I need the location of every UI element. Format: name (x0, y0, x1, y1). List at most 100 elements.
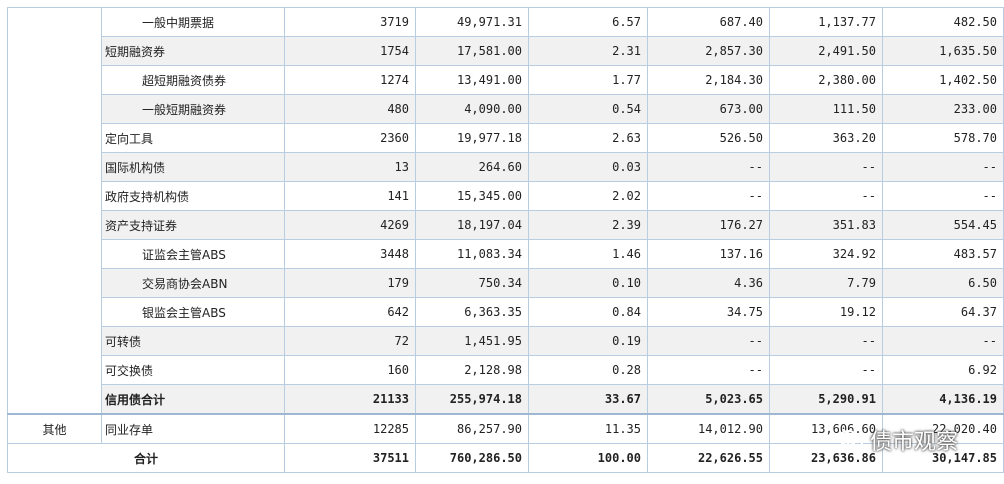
value3-cell: 64.37 (882, 297, 1004, 327)
subtotal-row: 信用债合计 21133 255,974.18 33.67 5,023.65 5,… (8, 384, 1004, 415)
value1-cell: 2,857.30 (647, 36, 770, 66)
value3-cell: 4,136.19 (882, 384, 1004, 415)
table-row: 政府支持机构债 141 15,345.00 2.02 -- -- -- (8, 181, 1004, 211)
amount-cell: 760,286.50 (415, 443, 529, 473)
count-cell: 141 (284, 181, 416, 211)
category-cell (7, 7, 102, 415)
value2-cell: 2,380.00 (769, 65, 883, 95)
row-label: 超短期融资债券 (101, 65, 285, 95)
pct-cell: 2.39 (528, 210, 648, 240)
value1-cell: 176.27 (647, 210, 770, 240)
value3-cell: 578.70 (882, 123, 1004, 153)
value3-cell: 554.45 (882, 210, 1004, 240)
value1-cell: 22,626.55 (647, 443, 770, 473)
table-row: 定向工具 2360 19,977.18 2.63 526.50 363.20 5… (8, 123, 1004, 153)
count-cell: 2360 (284, 123, 416, 153)
row-label: 银监会主管ABS (101, 297, 285, 327)
count-cell: 1754 (284, 36, 416, 66)
amount-cell: 255,974.18 (415, 384, 529, 415)
value1-cell: 137.16 (647, 239, 770, 269)
count-cell: 13 (284, 152, 416, 182)
row-label: 信用债合计 (101, 384, 285, 415)
value3-cell: 6.92 (882, 355, 1004, 385)
table-body: 一般中期票据 3719 49,971.31 6.57 687.40 1,137.… (7, 7, 1004, 473)
count-cell: 480 (284, 94, 416, 124)
value2-cell: -- (769, 152, 883, 182)
table-row: 可转债 72 1,451.95 0.19 -- -- -- (8, 326, 1004, 356)
count-cell: 179 (284, 268, 416, 298)
amount-cell: 18,197.04 (415, 210, 529, 240)
value2-cell: -- (769, 355, 883, 385)
value3-cell: 483.57 (882, 239, 1004, 269)
value1-cell: 5,023.65 (647, 384, 770, 415)
value3-cell: -- (882, 152, 1004, 182)
value3-cell: 233.00 (882, 94, 1004, 124)
amount-cell: 2,128.98 (415, 355, 529, 385)
value2-cell: 363.20 (769, 123, 883, 153)
value2-cell: 351.83 (769, 210, 883, 240)
row-label: 资产支持证券 (101, 210, 285, 240)
value1-cell: 673.00 (647, 94, 770, 124)
value2-cell: 7.79 (769, 268, 883, 298)
pct-cell: 33.67 (528, 384, 648, 415)
amount-cell: 1,451.95 (415, 326, 529, 356)
value2-cell: 1,137.77 (769, 7, 883, 37)
table-row: 超短期融资债券 1274 13,491.00 1.77 2,184.30 2,3… (8, 65, 1004, 95)
table-row: 证监会主管ABS 3448 11,083.34 1.46 137.16 324.… (8, 239, 1004, 269)
pct-cell: 0.19 (528, 326, 648, 356)
amount-cell: 4,090.00 (415, 94, 529, 124)
value3-cell: -- (882, 181, 1004, 211)
pct-cell: 11.35 (528, 413, 648, 444)
table-row: 短期融资券 1754 17,581.00 2.31 2,857.30 2,491… (8, 36, 1004, 66)
row-label: 一般中期票据 (101, 7, 285, 37)
count-cell: 3448 (284, 239, 416, 269)
amount-cell: 750.34 (415, 268, 529, 298)
value3-cell: 1,402.50 (882, 65, 1004, 95)
amount-cell: 15,345.00 (415, 181, 529, 211)
count-cell: 37511 (284, 443, 416, 473)
pct-cell: 0.10 (528, 268, 648, 298)
total-label: 合计 (7, 443, 285, 473)
row-label: 交易商协会ABN (101, 268, 285, 298)
table-row: 国际机构债 13 264.60 0.03 -- -- -- (8, 152, 1004, 182)
table-row: 银监会主管ABS 642 6,363.35 0.84 34.75 19.12 6… (8, 297, 1004, 327)
watermark-text: 债市观察 (870, 430, 959, 455)
value1-cell: 34.75 (647, 297, 770, 327)
pct-cell: 0.84 (528, 297, 648, 327)
watermark: 债市观察 (838, 424, 958, 456)
row-label: 定向工具 (101, 123, 285, 153)
row-label: 一般短期融资券 (101, 94, 285, 124)
pct-cell: 2.02 (528, 181, 648, 211)
row-label: 短期融资券 (101, 36, 285, 66)
pct-cell: 0.28 (528, 355, 648, 385)
count-cell: 642 (284, 297, 416, 327)
row-label: 国际机构债 (101, 152, 285, 182)
amount-cell: 49,971.31 (415, 7, 529, 37)
count-cell: 3719 (284, 7, 416, 37)
bond-statistics-table: 一般中期票据 3719 49,971.31 6.57 687.40 1,137.… (7, 7, 1004, 473)
category-cell: 其他 (7, 413, 102, 444)
value3-cell: -- (882, 326, 1004, 356)
value1-cell: 687.40 (647, 7, 770, 37)
amount-cell: 17,581.00 (415, 36, 529, 66)
value2-cell: 111.50 (769, 94, 883, 124)
value1-cell: -- (647, 152, 770, 182)
pct-cell: 100.00 (528, 443, 648, 473)
value1-cell: -- (647, 181, 770, 211)
value1-cell: -- (647, 355, 770, 385)
count-cell: 4269 (284, 210, 416, 240)
table-row: 可交换债 160 2,128.98 0.28 -- -- 6.92 (8, 355, 1004, 385)
pct-cell: 6.57 (528, 7, 648, 37)
count-cell: 1274 (284, 65, 416, 95)
pct-cell: 2.63 (528, 123, 648, 153)
row-label: 同业存单 (101, 413, 285, 444)
pct-cell: 1.46 (528, 239, 648, 269)
table-row: 资产支持证券 4269 18,197.04 2.39 176.27 351.83… (8, 210, 1004, 240)
amount-cell: 264.60 (415, 152, 529, 182)
table-row: 一般短期融资券 480 4,090.00 0.54 673.00 111.50 … (8, 94, 1004, 124)
pct-cell: 0.03 (528, 152, 648, 182)
value1-cell: 4.36 (647, 268, 770, 298)
value2-cell: -- (769, 181, 883, 211)
pct-cell: 1.77 (528, 65, 648, 95)
pct-cell: 0.54 (528, 94, 648, 124)
